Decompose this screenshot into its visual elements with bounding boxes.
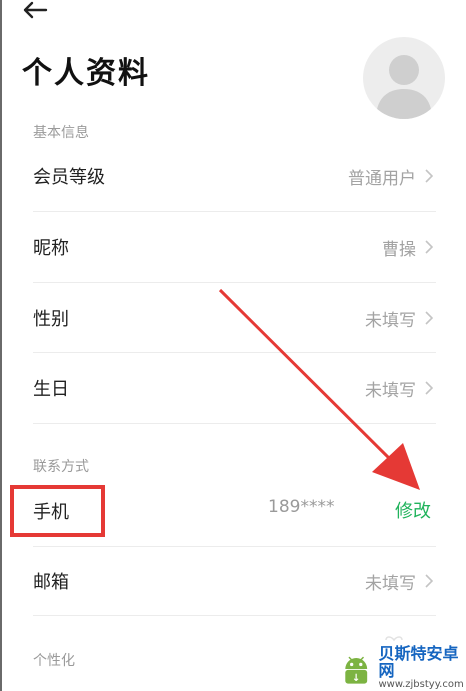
annotation-arrow-icon (218, 288, 420, 490)
watermark: ↓ 贝斯特安卓网 www.zjbstyy.com (338, 646, 466, 691)
watermark-name: 贝斯特安卓网 (378, 644, 459, 681)
android-logo-icon: ↓ (345, 656, 368, 683)
svg-text:↓: ↓ (352, 672, 360, 683)
watermark-url: www.zjbstyy.com (378, 679, 464, 691)
